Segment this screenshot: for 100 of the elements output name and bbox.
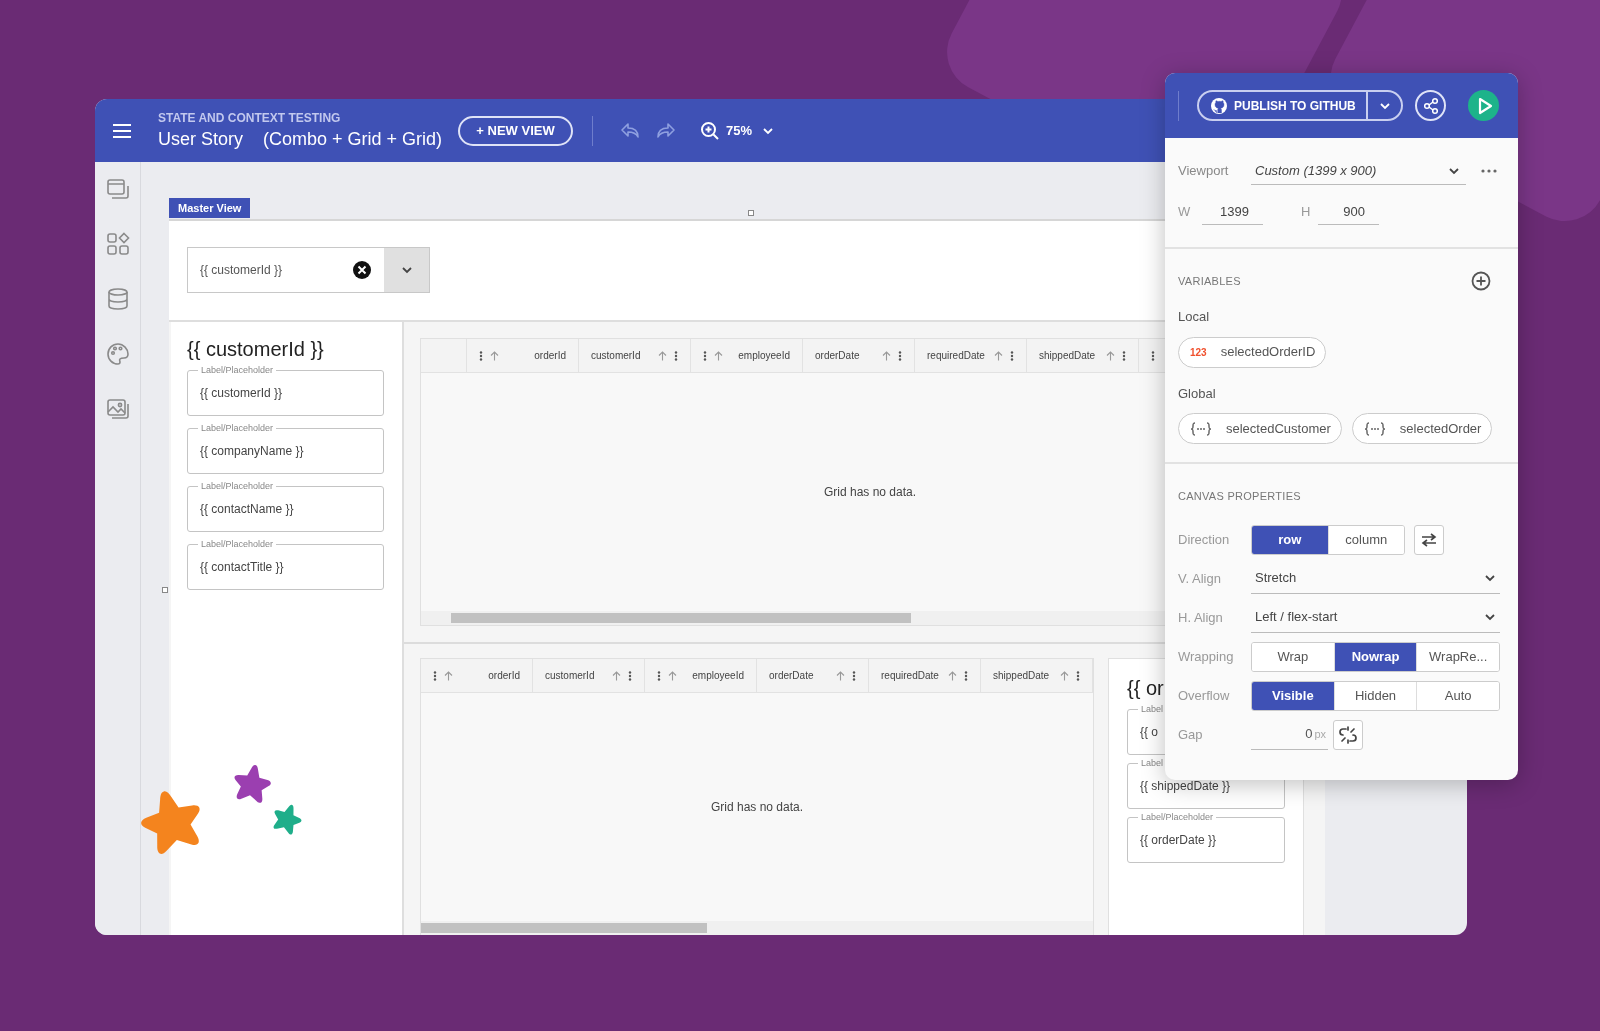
new-view-button[interactable]: + NEW VIEW (458, 115, 573, 146)
column-header[interactable]: orderDate (803, 339, 915, 372)
unit-label: px (1314, 726, 1326, 742)
sort-arrow-icon[interactable] (612, 670, 621, 681)
segment-option[interactable]: row (1252, 525, 1328, 554)
sort-arrow-icon[interactable] (490, 350, 499, 361)
resize-handle[interactable] (748, 210, 754, 216)
segment-option[interactable]: Auto (1416, 681, 1499, 710)
segment-option[interactable]: WrapRe... (1416, 642, 1499, 671)
sort-arrow-icon[interactable] (1106, 350, 1115, 361)
sort-arrow-icon[interactable] (1060, 670, 1069, 681)
column-header[interactable]: customerId (579, 339, 691, 372)
segment-option[interactable]: Visible (1252, 681, 1334, 710)
segment-option[interactable]: column (1327, 525, 1404, 554)
dropdown-select[interactable]: Stretch (1251, 563, 1500, 594)
column-menu-icon[interactable] (433, 670, 437, 681)
column-label: customerId (545, 669, 595, 683)
more-icon[interactable] (1481, 169, 1497, 173)
column-label: shippedDate (1039, 349, 1096, 363)
column-menu-icon[interactable] (898, 350, 902, 361)
column-label: orderDate (769, 669, 814, 683)
viewport-select[interactable]: Custom (1399 x 900) (1251, 157, 1466, 185)
swap-icon (1421, 532, 1437, 547)
resize-handle[interactable] (162, 587, 168, 593)
chevron-down-icon[interactable] (400, 266, 413, 274)
palette-icon[interactable] (105, 342, 130, 366)
column-menu-icon[interactable] (852, 670, 856, 681)
zoom-button[interactable]: 75% (700, 120, 775, 141)
column-header[interactable]: requiredDate (915, 339, 1027, 372)
components-icon[interactable] (105, 232, 130, 256)
number-field[interactable]: 0 px (1251, 719, 1328, 750)
column-header[interactable]: requiredDate (869, 659, 981, 692)
clear-icon[interactable] (353, 261, 371, 279)
column-menu-icon[interactable] (1010, 350, 1014, 361)
dropdown-select[interactable]: Left / flex-start (1251, 602, 1500, 633)
size-field[interactable]: 1399 (1202, 199, 1263, 225)
type-label: 123 (1190, 345, 1207, 360)
variable-chip[interactable]: selectedOrder (1351, 413, 1493, 444)
object-icon (1190, 421, 1212, 436)
combo-box[interactable]: {{ customerId }} (187, 247, 430, 293)
column-menu-icon[interactable] (657, 670, 661, 681)
column-menu-icon[interactable] (674, 350, 678, 361)
group-label: Local (1178, 308, 1211, 326)
property-label: Overflow (1178, 686, 1231, 705)
sort-arrow-icon[interactable] (994, 350, 1003, 361)
swap-button[interactable] (1414, 524, 1444, 555)
column-header[interactable]: shippedDate (981, 659, 1093, 692)
publish-button[interactable]: PUBLISH TO GITHUB (1199, 92, 1368, 119)
sort-arrow-icon[interactable] (714, 350, 723, 361)
column-menu-icon[interactable] (628, 670, 632, 681)
undo-icon[interactable] (620, 121, 640, 140)
field-label: Label/Placeholder (198, 364, 277, 376)
column-menu-icon[interactable] (1122, 350, 1126, 361)
combo-value: {{ customerId }} (200, 262, 283, 279)
column-label: requiredDate (881, 669, 939, 683)
field-label: Label/Placeholder (198, 538, 277, 550)
segment-option[interactable]: Nowrap (1333, 642, 1417, 671)
column-header[interactable]: orderDate (757, 659, 869, 692)
column-header[interactable]: shippedDate (1027, 339, 1139, 372)
unlink-button[interactable] (1333, 719, 1363, 750)
column-header[interactable]: customerId (533, 659, 645, 692)
column-header[interactable]: employeeId (691, 339, 803, 372)
image-icon[interactable] (105, 397, 130, 421)
column-label: employeeId (738, 349, 790, 363)
column-menu-icon[interactable] (479, 350, 483, 361)
sort-arrow-icon[interactable] (668, 670, 677, 681)
view-subtitle: (Combo + Grid + Grid) (263, 127, 443, 151)
layers-icon[interactable] (105, 177, 130, 201)
scrollbar-thumb[interactable] (451, 613, 911, 623)
column-header[interactable]: orderId (421, 659, 533, 692)
group-label: Global (1178, 384, 1217, 403)
section-heading: VARIABLES (1178, 273, 1241, 289)
size-field[interactable]: 900 (1318, 199, 1379, 225)
column-menu-icon[interactable] (1076, 670, 1080, 681)
field-label: Label (1138, 703, 1167, 715)
menu-icon[interactable] (112, 122, 132, 139)
scrollbar-thumb[interactable] (421, 923, 707, 933)
property-label: Direction (1178, 530, 1231, 549)
sort-arrow-icon[interactable] (882, 350, 891, 361)
column-header[interactable]: orderId (467, 339, 579, 372)
database-icon[interactable] (105, 287, 130, 311)
sort-arrow-icon[interactable] (444, 670, 453, 681)
column-header[interactable]: employeeId (645, 659, 757, 692)
column-menu-icon[interactable] (964, 670, 968, 681)
variable-chip[interactable]: 123 selectedOrderID (1178, 336, 1327, 368)
variable-chip[interactable]: selectedCustomer (1178, 413, 1342, 444)
field-value: {{ orderDate }} (1140, 832, 1217, 849)
sort-arrow-icon[interactable] (658, 350, 667, 361)
add-icon[interactable] (1471, 271, 1491, 291)
redo-icon[interactable] (656, 121, 676, 140)
card-title: {{ customerId }} (187, 337, 324, 362)
column-label: orderId (488, 669, 520, 683)
share-button[interactable] (1415, 90, 1446, 121)
share-icon (1421, 96, 1440, 115)
sort-arrow-icon[interactable] (948, 670, 957, 681)
size-label: H (1301, 203, 1312, 222)
run-button[interactable] (1468, 90, 1499, 121)
sort-arrow-icon[interactable] (836, 670, 845, 681)
column-menu-icon[interactable] (703, 350, 707, 361)
column-menu-icon[interactable] (1151, 350, 1155, 361)
